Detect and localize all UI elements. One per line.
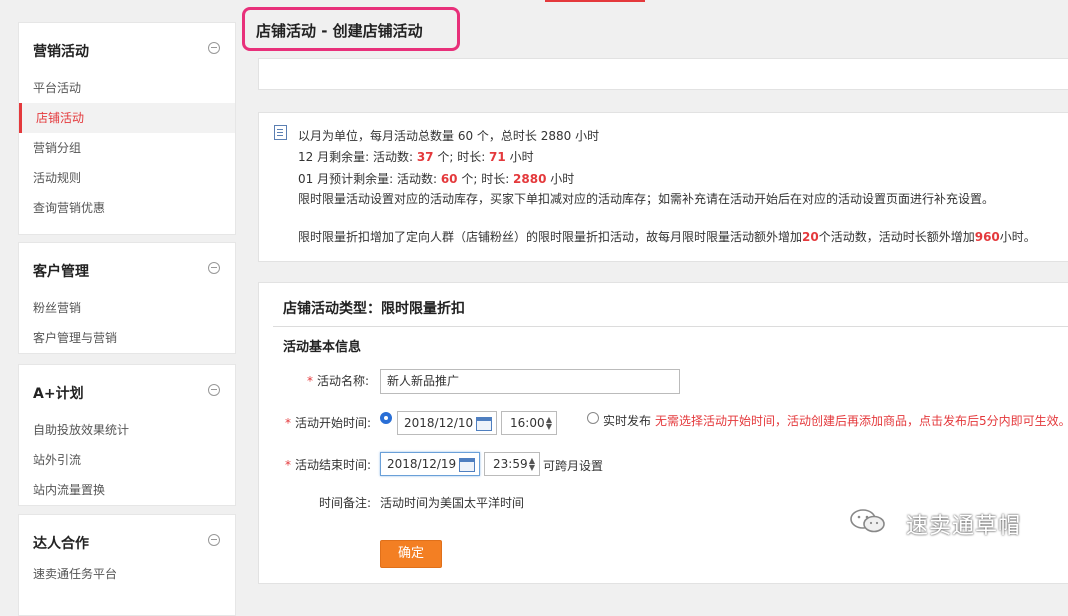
section-title: 活动基本信息 [283, 340, 362, 355]
top-accent-line [0, 0, 1068, 2]
notice-hours: 2880 [513, 172, 547, 186]
sidebar-group-customers: 客户管理 粉丝营销 客户管理与营销 [18, 242, 236, 354]
notice-hours: 960 [974, 230, 1000, 244]
schedule-start-radio[interactable] [380, 412, 392, 424]
time-remark-value: 活动时间为美国太平洋时间 [380, 496, 525, 510]
required-mark: * [285, 458, 291, 472]
select-arrows-icon: ▲ ▼ [528, 456, 535, 472]
realtime-publish-label: 实时发布 [603, 414, 652, 428]
required-mark: * [307, 374, 313, 388]
required-mark: * [285, 416, 291, 430]
notice-line-december: 12 月剩余量: 活动数: 37 个; 时长: 71 小时 [298, 148, 534, 165]
notice-line-fan-discount: 限时限量折扣增加了定向人群（店铺粉丝）的限时限量折扣活动，故每月限时限量活动额外… [298, 228, 1036, 245]
notice-line-inventory: 限时限量活动设置对应的活动库存，买家下单扣减对应的活动库存；如需补充请在活动开始… [298, 192, 995, 206]
sidebar-group-aplus: A+计划 自助投放效果统计 站外引流 站内流量置换 [18, 364, 236, 506]
notice-text: 个; 时长: [457, 172, 514, 186]
label-text: 活动名称: [317, 374, 370, 388]
sidebar-group-marketing: 营销活动 平台活动 店铺活动 营销分组 活动规则 查询营销优惠 [18, 22, 236, 235]
sidebar-group-title: A+计划 [33, 386, 84, 402]
collapse-icon[interactable] [208, 534, 220, 546]
sidebar-item-customer-management[interactable]: 客户管理与营销 [19, 323, 235, 353]
sidebar-group-title: 营销活动 [33, 44, 89, 60]
notice-count: 60 [440, 172, 458, 186]
notice-line-january: 01 月预计剩余量: 活动数: 60 个; 时长: 2880 小时 [298, 170, 574, 187]
sidebar-item-store-activity[interactable]: 店铺活动 [19, 103, 235, 133]
sidebar-group-header[interactable]: 客户管理 [19, 243, 235, 293]
sidebar-group-title: 客户管理 [33, 264, 89, 280]
end-date-value: 2018/12/19 [387, 457, 457, 471]
start-time-label: * 活动开始时间: [285, 414, 371, 431]
notice-text: 小时。 [999, 230, 1036, 244]
sidebar-item-query-discounts[interactable]: 查询营销优惠 [19, 193, 235, 223]
notice-text: 个活动数，活动时长额外增加 [818, 230, 975, 244]
notice-text: 小时 [505, 150, 534, 164]
end-time-label: * 活动结束时间: [285, 456, 371, 473]
wechat-icon [850, 509, 885, 533]
sidebar-item-activity-rules[interactable]: 活动规则 [19, 163, 235, 193]
sidebar-item-fan-marketing[interactable]: 粉丝营销 [19, 293, 235, 323]
notice-text: 01 月预计剩余量: 活动数: [298, 172, 441, 186]
sidebar-group-influencer: 达人合作 速卖通任务平台 [18, 514, 236, 616]
top-accent-segment [545, 0, 645, 2]
label-text: 活动开始时间: [295, 416, 372, 430]
start-time-value: 16:00 [510, 416, 545, 430]
realtime-publish-radio[interactable] [587, 412, 599, 424]
activity-name-input[interactable]: 新人新品推广 [380, 369, 680, 394]
notice-count: 20 [802, 230, 819, 244]
sidebar-item-task-platform[interactable]: 速卖通任务平台 [19, 559, 235, 589]
time-remark-label: 时间备注: [319, 496, 372, 510]
collapse-icon[interactable] [208, 384, 220, 396]
sidebar-item-self-service-stats[interactable]: 自助投放效果统计 [19, 415, 235, 445]
select-arrows-icon: ▲ ▼ [545, 415, 552, 431]
sidebar-item-traffic-exchange[interactable]: 站内流量置换 [19, 475, 235, 505]
sidebar-item-external-traffic[interactable]: 站外引流 [19, 445, 235, 475]
label-text: 活动结束时间: [295, 458, 372, 472]
cross-month-note: 可跨月设置 [543, 459, 604, 473]
calendar-icon[interactable] [476, 417, 492, 431]
notice-text: 个; 时长: [433, 150, 490, 164]
activity-type-title: 店铺活动类型：限时限量折扣 [283, 301, 465, 317]
start-time-select[interactable]: 16:00 ▲ ▼ [501, 411, 557, 435]
confirm-button[interactable]: 确定 [380, 540, 442, 568]
sidebar-group-header[interactable]: A+计划 [19, 365, 235, 415]
start-date-input[interactable]: 2018/12/10 [397, 411, 497, 435]
sidebar-group-header[interactable]: 达人合作 [19, 515, 235, 565]
end-time-value: 23:59 [493, 457, 528, 471]
page-title: 店铺活动 - 创建店铺活动 [256, 22, 423, 40]
collapse-icon[interactable] [208, 262, 220, 274]
divider [273, 326, 1068, 327]
sidebar-group-title: 达人合作 [33, 536, 89, 552]
notice-text: 12 月剩余量: 活动数: [298, 150, 417, 164]
calendar-icon[interactable] [459, 458, 475, 472]
document-icon [274, 125, 287, 140]
sidebar: 营销活动 平台活动 店铺活动 营销分组 活动规则 查询营销优惠 客户管理 粉丝营… [18, 22, 236, 616]
notice-line-quota: 以月为单位，每月活动总数量 60 个，总时长 2880 小时 [298, 129, 600, 143]
collapse-icon[interactable] [208, 42, 220, 54]
notice-count: 37 [416, 150, 434, 164]
end-date-input[interactable]: 2018/12/19 [380, 452, 480, 476]
notice-text: 小时 [546, 172, 575, 186]
realtime-hint: 无需选择活动开始时间，活动创建后再添加商品，点击发布后5分内即可生效。 [655, 414, 1068, 428]
start-date-value: 2018/12/10 [404, 416, 474, 430]
empty-panel [258, 58, 1068, 90]
activity-name-label: * 活动名称: [307, 372, 369, 389]
notice-text: 限时限量折扣增加了定向人群（店铺粉丝）的限时限量折扣活动，故每月限时限量活动额外… [298, 230, 803, 244]
end-time-select[interactable]: 23:59 ▲ ▼ [484, 452, 540, 476]
sidebar-item-marketing-group[interactable]: 营销分组 [19, 133, 235, 163]
watermark-text: 速卖通草帽 [906, 514, 1022, 539]
sidebar-item-platform-activity[interactable]: 平台活动 [19, 73, 235, 103]
notice-hours: 71 [489, 150, 506, 164]
sidebar-group-header[interactable]: 营销活动 [19, 23, 235, 73]
